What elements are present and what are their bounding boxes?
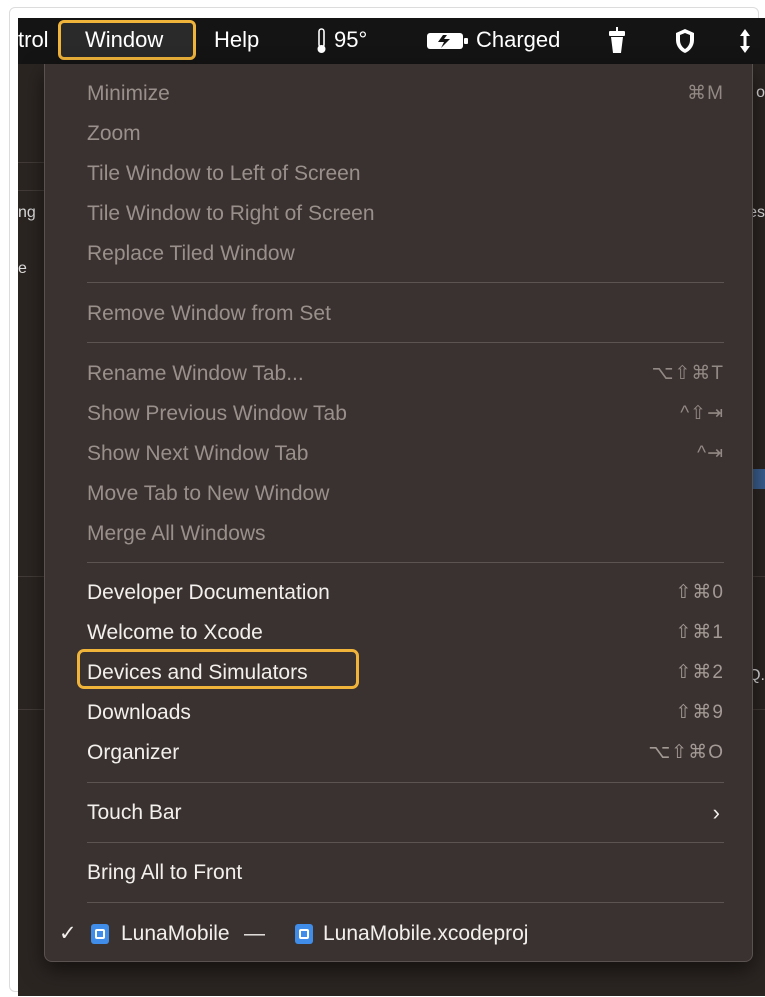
background-fragment: o xyxy=(756,84,765,101)
battery-icon xyxy=(427,33,468,50)
menu-separator xyxy=(87,782,724,783)
menu-item-shortcut: ⌥⇧⌘T xyxy=(651,363,724,384)
checkmark-icon: ✓ xyxy=(59,922,77,945)
menu-item-label: Remove Window from Set xyxy=(87,302,331,325)
cup-icon[interactable] xyxy=(608,18,626,64)
shield-icon[interactable] xyxy=(674,18,696,64)
updown-arrows-icon[interactable] xyxy=(738,18,752,64)
background-selection xyxy=(753,469,765,489)
menu-item-move-tab[interactable]: Move Tab to New Window xyxy=(45,474,752,514)
menu-item-label: Zoom xyxy=(87,122,141,145)
menu-item-label: Welcome to Xcode xyxy=(87,621,263,644)
menu-item-label: Organizer xyxy=(87,741,180,764)
menu-separator xyxy=(87,342,724,343)
menu-item-remove-from-set[interactable]: Remove Window from Set xyxy=(45,294,752,334)
menu-item-developer-documentation[interactable]: Developer Documentation ⇧⌘0 xyxy=(45,573,752,613)
menu-separator xyxy=(87,282,724,283)
menu-item-label: Show Previous Window Tab xyxy=(87,402,347,425)
menu-item-shortcut: ⇧⌘1 xyxy=(675,622,724,643)
xcode-project-icon xyxy=(295,924,313,944)
menu-bar-item-window[interactable]: Window xyxy=(58,20,196,60)
menu-item-previous-tab[interactable]: Show Previous Window Tab ^⇧⇥ xyxy=(45,394,752,434)
window-entry-project: LunaMobile xyxy=(121,922,230,945)
menu-item-label: Replace Tiled Window xyxy=(87,242,295,265)
menu-item-label: Touch Bar xyxy=(87,801,182,824)
menu-item-label: Bring All to Front xyxy=(87,861,243,884)
window-entry-file: LunaMobile.xcodeproj xyxy=(323,922,529,945)
menu-item-zoom[interactable]: Zoom xyxy=(45,114,752,154)
menu-item-shortcut: ^⇥ xyxy=(697,443,724,464)
menu-separator xyxy=(87,842,724,843)
menu-item-shortcut: ⌥⇧⌘O xyxy=(648,742,724,763)
menu-bar: trol Window Help 95° Charged xyxy=(18,18,765,64)
menu-item-tile-left[interactable]: Tile Window to Left of Screen xyxy=(45,154,752,194)
menu-item-replace-tiled[interactable]: Replace Tiled Window xyxy=(45,234,752,274)
window-entry-dash: — xyxy=(244,922,265,945)
battery-status: Charged xyxy=(476,27,561,52)
menu-item-label: Merge All Windows xyxy=(87,522,266,545)
menu-item-label: Move Tab to New Window xyxy=(87,482,330,505)
menu-bar-item-help[interactable]: Help xyxy=(214,18,259,64)
background-fragment: e xyxy=(18,260,27,277)
menu-item-shortcut: ⇧⌘9 xyxy=(675,702,724,723)
menu-item-label: Rename Window Tab... xyxy=(87,362,304,385)
temperature-widget[interactable]: 95° xyxy=(316,18,367,64)
menu-separator xyxy=(87,902,724,903)
menu-item-shortcut: ⇧⌘0 xyxy=(675,582,724,603)
menu-item-rename-tab[interactable]: Rename Window Tab... ⌥⇧⌘T xyxy=(45,354,752,394)
xcode-project-icon xyxy=(91,924,109,944)
window-menu-dropdown: Minimize ⌘M Zoom Tile Window to Left of … xyxy=(44,64,753,962)
menu-item-label: Show Next Window Tab xyxy=(87,442,309,465)
menu-item-bring-all-to-front[interactable]: Bring All to Front xyxy=(45,853,752,893)
menu-item-downloads[interactable]: Downloads ⇧⌘9 xyxy=(45,693,752,733)
menu-item-next-tab[interactable]: Show Next Window Tab ^⇥ xyxy=(45,434,752,474)
menu-item-tile-right[interactable]: Tile Window to Right of Screen xyxy=(45,194,752,234)
menu-item-touch-bar[interactable]: Touch Bar › xyxy=(45,793,752,833)
menu-item-label: Downloads xyxy=(87,701,191,724)
background-fragment: ng xyxy=(18,204,36,221)
menu-bar-item-window-label: Window xyxy=(85,27,164,52)
devices-highlight-outline xyxy=(77,649,359,689)
menu-separator xyxy=(87,562,724,563)
menu-item-minimize[interactable]: Minimize ⌘M xyxy=(45,74,752,114)
menu-item-label: Developer Documentation xyxy=(87,581,330,604)
menu-item-shortcut: ⇧⌘2 xyxy=(675,662,724,683)
menu-item-organizer[interactable]: Organizer ⌥⇧⌘O xyxy=(45,733,752,773)
menu-item-window-lunamobile[interactable]: ✓ LunaMobile — LunaMobile.xcodeproj xyxy=(45,914,752,954)
menu-item-shortcut: ^⇧⇥ xyxy=(680,403,724,424)
menu-item-shortcut: ⌘M xyxy=(687,83,724,104)
menu-item-merge-windows[interactable]: Merge All Windows xyxy=(45,514,752,554)
temperature-value: 95° xyxy=(334,27,368,52)
chevron-right-icon: › xyxy=(712,800,720,825)
menu-item-welcome-to-xcode[interactable]: Welcome to Xcode ⇧⌘1 xyxy=(45,613,752,653)
thermometer-icon xyxy=(317,28,326,54)
battery-widget[interactable]: Charged xyxy=(426,18,560,64)
menu-item-label: Tile Window to Left of Screen xyxy=(87,162,361,185)
menu-bar-item-control[interactable]: trol xyxy=(18,18,49,64)
menu-item-label: Minimize xyxy=(87,82,170,105)
menu-item-label: Tile Window to Right of Screen xyxy=(87,202,375,225)
